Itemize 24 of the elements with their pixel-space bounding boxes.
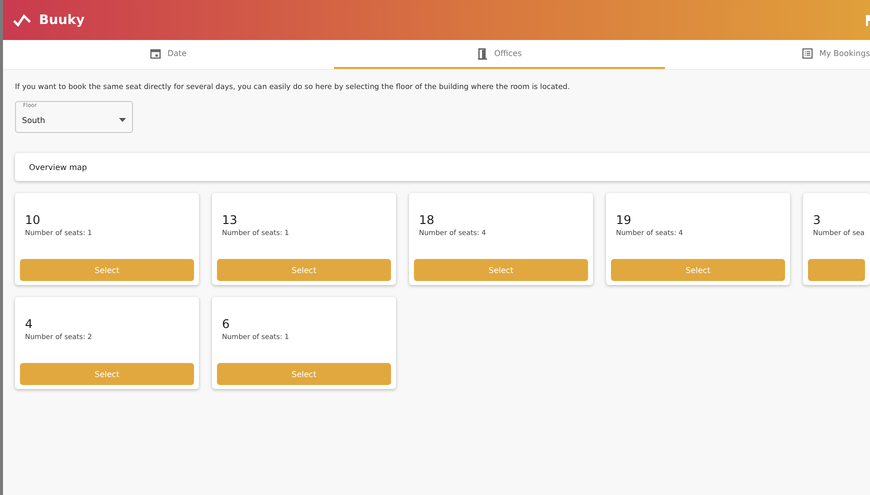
door-icon [477,48,488,60]
calendar-icon [150,48,162,59]
tab[interactable]: Date [3,40,334,69]
room-number: 3 [813,213,822,227]
select-button[interactable]: Select [20,259,194,281]
overview-map-label: Overview map [29,162,87,172]
room-number: 6 [222,317,231,331]
room-number: 10 [25,213,42,227]
caret-icon [119,118,126,122]
select-button[interactable]: Select [20,363,194,385]
select-button[interactable]: Select [611,259,785,281]
room-number: 19 [616,213,632,227]
overview-map-panel[interactable]: Overview map [15,153,870,181]
logo-icon [13,13,31,27]
tab[interactable]: Offices [334,40,665,69]
app-title: Buuky [39,12,85,28]
select-button[interactable]: Select [217,363,391,385]
room-number: 18 [419,213,436,227]
select-button[interactable]: Select [414,259,588,281]
list-icon [802,48,814,59]
room-number: 4 [25,317,34,331]
room-number: 13 [222,213,238,227]
select-button[interactable]: Select [217,259,391,281]
tab[interactable]: My Bookings [665,40,870,69]
